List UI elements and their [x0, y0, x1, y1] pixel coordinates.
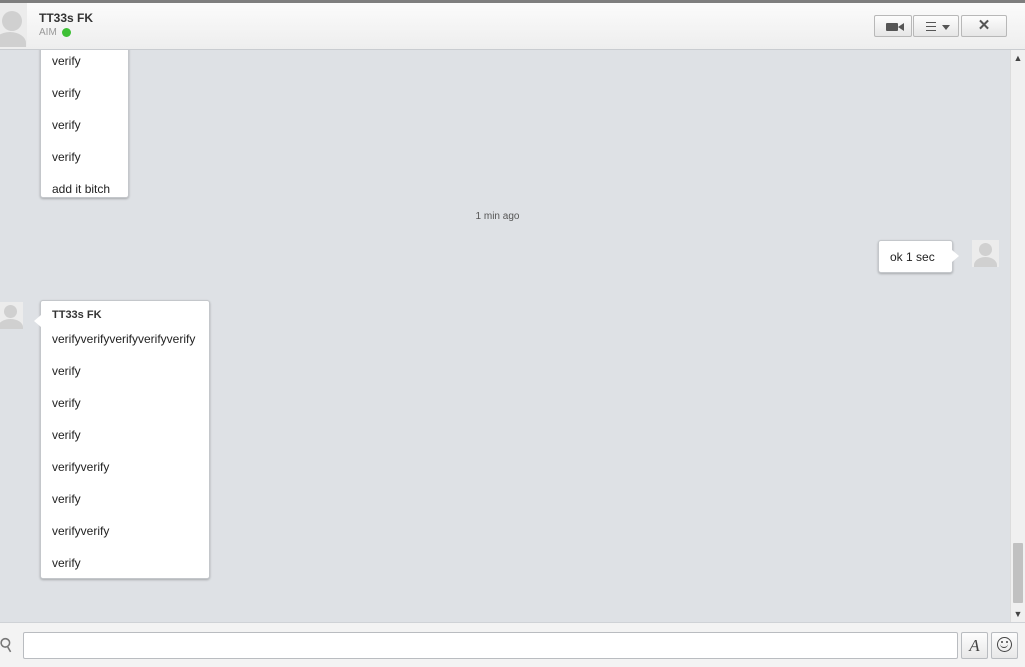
message-text: verify — [52, 492, 81, 506]
font-style-button[interactable]: A — [961, 632, 988, 659]
message-text: verifyverifyverifyverifyverify — [52, 332, 196, 346]
message-text: verify — [52, 556, 81, 570]
chevron-down-icon — [942, 25, 950, 30]
message-input[interactable] — [23, 632, 958, 659]
message-text: verify — [52, 364, 81, 378]
message-text: ok 1 sec — [890, 250, 935, 264]
scrollbar-thumb[interactable] — [1013, 543, 1023, 603]
close-chat-button[interactable]: ✕ — [961, 15, 1007, 37]
chat-header: TT33s FK AIM ✕ — [0, 3, 1025, 50]
message-text: verify — [52, 86, 81, 100]
contact-avatar[interactable] — [0, 3, 27, 47]
options-menu-button[interactable] — [913, 15, 959, 37]
message-list[interactable]: verify verify verify verify add it bitch… — [0, 50, 1010, 622]
paperclip-icon[interactable]: ⚲ — [0, 633, 17, 657]
contact-name: TT33s FK — [39, 11, 94, 25]
bubble-tail — [952, 250, 959, 262]
emoji-button[interactable] — [991, 632, 1018, 659]
message-text: verify — [52, 396, 81, 410]
chat-scrollbar[interactable]: ▲ ▼ — [1010, 50, 1025, 622]
message-text: verify — [52, 150, 81, 164]
close-icon: ✕ — [977, 17, 991, 34]
smiley-icon — [997, 637, 1012, 652]
list-menu-icon — [926, 22, 936, 31]
video-call-button[interactable] — [874, 15, 912, 37]
scroll-down-arrow-icon[interactable]: ▼ — [1011, 606, 1025, 622]
composer-bar: ⚲ A — [0, 622, 1025, 667]
message-sender: TT33s FK — [52, 309, 102, 321]
message-timestamp: 1 min ago — [475, 211, 520, 222]
video-camera-icon — [886, 23, 904, 31]
message-text: verify — [52, 118, 81, 132]
contact-service: AIM — [39, 27, 57, 38]
message-text: verifyverify — [52, 524, 110, 538]
message-bubble-incoming: TT33s FK verifyverifyverifyverifyverify … — [34, 300, 210, 579]
message-text: verify — [52, 54, 81, 68]
message-bubble-incoming: verify verify verify verify add it bitch — [40, 50, 129, 198]
font-style-icon: A — [969, 636, 980, 655]
bubble-tail — [34, 315, 41, 327]
my-avatar — [972, 240, 999, 267]
contact-message-avatar — [0, 302, 23, 329]
message-text: verify — [52, 428, 81, 442]
online-status-icon — [62, 28, 71, 37]
message-text: add it bitch — [52, 182, 111, 196]
scroll-up-arrow-icon[interactable]: ▲ — [1011, 50, 1025, 66]
message-bubble-outgoing: ok 1 sec — [878, 240, 959, 273]
message-text: verifyverify — [52, 460, 110, 474]
